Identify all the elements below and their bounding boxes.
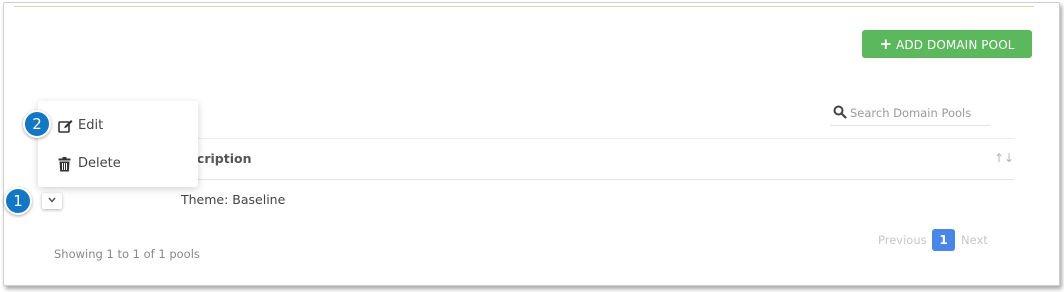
menu-item-label: Edit xyxy=(78,118,104,133)
row-actions-toggle[interactable] xyxy=(42,193,62,209)
step-1-callout: 1 xyxy=(4,187,32,215)
edit-icon xyxy=(58,120,73,133)
menu-item-edit[interactable]: Edit xyxy=(38,109,198,143)
menu-item-delete[interactable]: Delete xyxy=(38,147,198,181)
page-1-button[interactable]: 1 xyxy=(932,229,955,251)
chevron-down-icon xyxy=(48,197,56,203)
search-box xyxy=(830,103,990,126)
domain-pools-panel: +ADD DOMAIN POOL escription ↑↓ Theme: Ba… xyxy=(3,2,1060,286)
plus-icon: + xyxy=(879,35,893,53)
search-icon xyxy=(833,105,847,119)
next-page-button[interactable]: Next xyxy=(961,233,988,247)
previous-page-button[interactable]: Previous xyxy=(878,233,927,247)
row-description-cell: Theme: Baseline xyxy=(181,192,286,207)
add-domain-pool-button[interactable]: + ADD DOMAIN POOL xyxy=(862,30,1032,58)
step-2-callout: 2 xyxy=(23,110,51,138)
add-domain-pool-label: ADD DOMAIN POOL xyxy=(896,38,1015,52)
row-actions-menu: Edit Delete xyxy=(38,101,198,187)
sort-icon[interactable]: ↑↓ xyxy=(994,151,1014,165)
search-input[interactable] xyxy=(850,103,988,123)
trash-icon xyxy=(58,157,71,172)
pagination-info: Showing 1 to 1 of 1 pools xyxy=(54,247,200,261)
menu-item-label: Delete xyxy=(78,156,121,171)
top-divider xyxy=(14,6,1034,7)
